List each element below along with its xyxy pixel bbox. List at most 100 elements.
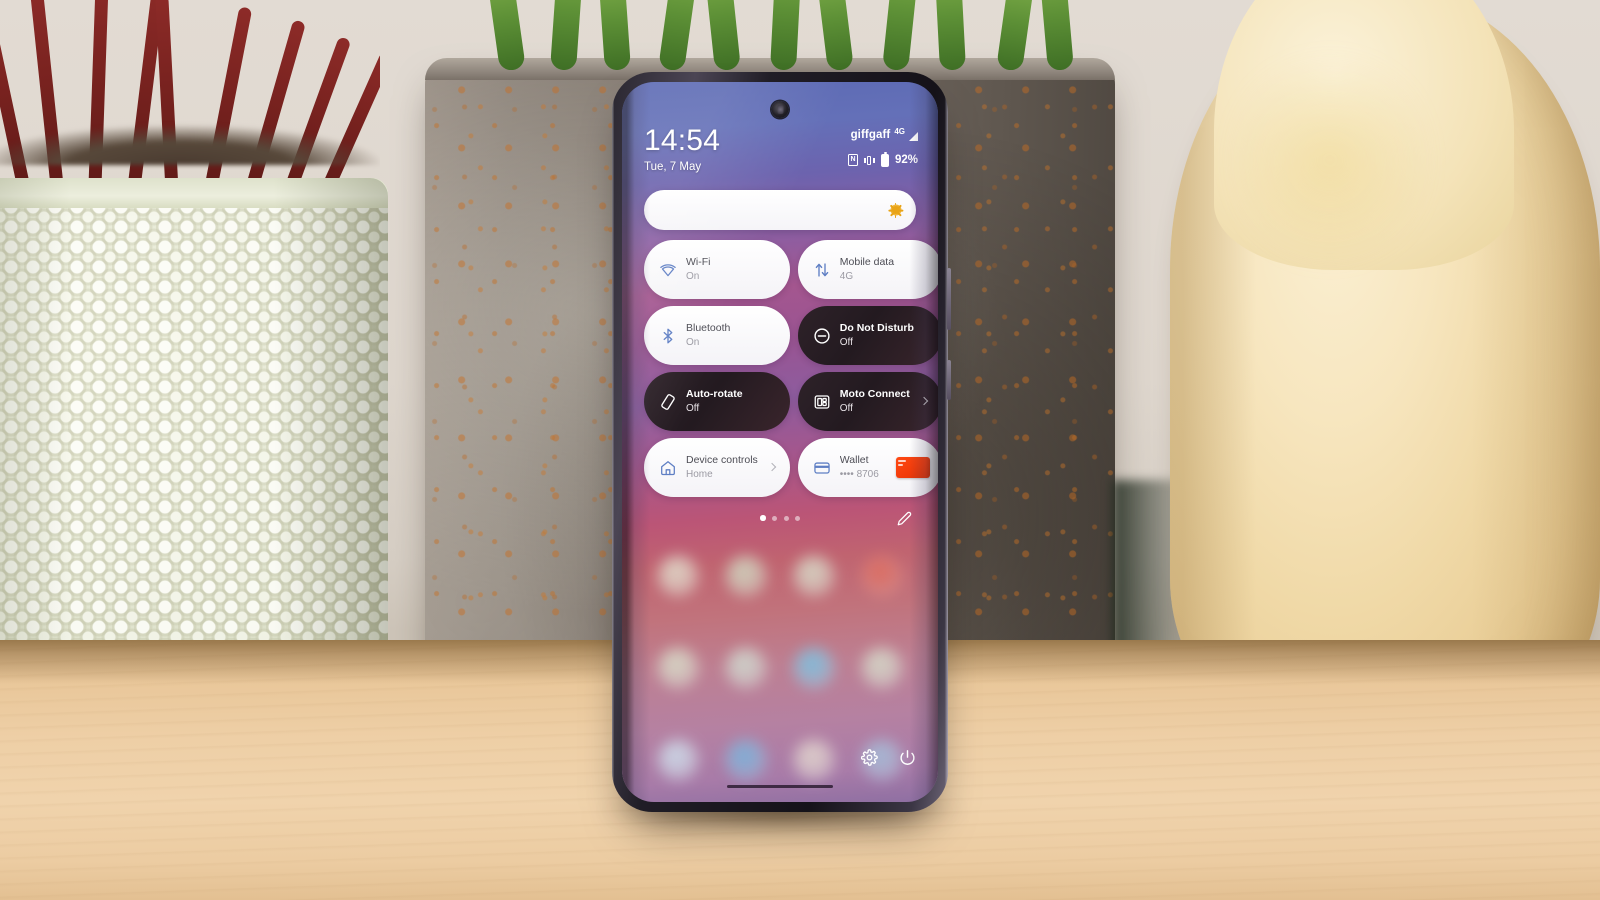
- sun-icon: [887, 202, 903, 218]
- qs-tile-title: Mobile data: [839, 256, 895, 269]
- page-dot-4[interactable]: [795, 515, 800, 521]
- page-indicator: [644, 506, 916, 530]
- nfc-icon: N: [847, 154, 858, 166]
- battery-icon: [880, 151, 889, 167]
- page-dot-3[interactable]: [783, 515, 789, 521]
- power-button[interactable]: [899, 749, 916, 766]
- wifi-icon: [659, 261, 677, 279]
- qs-tile-bluetooth[interactable]: Bluetooth On: [644, 306, 790, 365]
- vibrate-icon: [863, 154, 875, 166]
- chevron-right-icon[interactable]: [919, 396, 930, 407]
- home-app-icon[interactable]: [725, 647, 767, 689]
- qs-tile-do-not-disturb[interactable]: Do Not Disturb Off: [797, 306, 938, 365]
- qs-tile-subtitle: Home: [686, 468, 713, 480]
- qs-tile-text: Wallet •••• 8706: [840, 454, 887, 480]
- home-app-icon[interactable]: [657, 555, 699, 597]
- home-app-icon[interactable]: [725, 739, 767, 781]
- qs-tile-title: Do Not Disturb: [839, 322, 914, 335]
- page-dot-2[interactable]: [772, 515, 777, 521]
- side-power-button[interactable]: [947, 360, 951, 400]
- qs-tile-title: Device controls: [686, 454, 758, 467]
- bluetooth-icon: [659, 327, 677, 345]
- pot-soil: [0, 125, 380, 165]
- qs-tile-subtitle: On: [686, 270, 700, 282]
- qs-tile-subtitle: On: [686, 336, 700, 348]
- succulent-stem: [882, 0, 920, 70]
- succulent-stem: [934, 0, 966, 70]
- qs-tile-mobile-data[interactable]: Mobile data 4G: [797, 240, 938, 299]
- succulent-stem: [658, 0, 699, 70]
- network-type-label: 4G: [894, 126, 905, 136]
- qs-tile-moto-connect[interactable]: Moto Connect Off: [797, 372, 938, 431]
- qs-tile-text: Wi-Fi On: [686, 256, 778, 282]
- home-app-icon[interactable]: [657, 647, 699, 689]
- wallet-card-icon: [813, 459, 831, 477]
- qs-tile-title: Wi-Fi: [686, 256, 711, 269]
- volume-button[interactable]: [947, 268, 951, 330]
- chevron-right-icon[interactable]: [767, 462, 778, 473]
- phone-screen: 14:54 Tue, 7 May giffgaff 4G N 92% Wi-Fi…: [622, 82, 938, 802]
- qs-tile-subtitle: Off: [686, 402, 700, 414]
- home-icon: [659, 459, 677, 477]
- status-bar: 14:54 Tue, 7 May giffgaff 4G N 92%: [622, 126, 938, 174]
- succulent-stem: [996, 0, 1035, 70]
- succulent-stem: [598, 0, 631, 70]
- home-app-icon[interactable]: [793, 555, 835, 597]
- clock-block: 14:54 Tue, 7 May: [644, 126, 720, 174]
- qs-tile-text: Device controls Home: [686, 454, 758, 480]
- page-dot-1[interactable]: [760, 515, 766, 521]
- qs-tile-auto-rotate[interactable]: Auto-rotate Off: [644, 372, 790, 431]
- qs-tile-title: Bluetooth: [686, 322, 731, 335]
- red-plant-stems: [0, 0, 380, 200]
- auto-rotate-icon: [659, 393, 677, 411]
- home-app-icon[interactable]: [793, 739, 835, 781]
- home-app-icon[interactable]: [725, 555, 767, 597]
- qs-tile-text: Do Not Disturb Off: [840, 322, 930, 348]
- qs-tile-wallet[interactable]: Wallet •••• 8706: [797, 438, 938, 497]
- status-date: Tue, 7 May: [644, 161, 702, 173]
- green-succulent-stems: [430, 0, 1110, 70]
- plant-stem: [29, 0, 65, 200]
- qs-tile-text: Bluetooth On: [686, 322, 778, 348]
- settings-button[interactable]: [861, 749, 878, 766]
- do-not-disturb-icon: [813, 327, 831, 345]
- plant-stem: [155, 0, 179, 200]
- succulent-stem: [770, 0, 803, 70]
- status-row-icons: N 92%: [847, 151, 918, 167]
- succulent-stem: [486, 0, 526, 70]
- home-gesture-pill[interactable]: [727, 784, 833, 788]
- edit-pencil-icon[interactable]: [892, 506, 916, 530]
- brightness-slider[interactable]: [644, 190, 916, 230]
- wallet-card-thumbnail[interactable]: [895, 457, 930, 478]
- succulent-stem: [704, 0, 741, 70]
- qs-tile-device-controls[interactable]: Device controls Home: [644, 438, 790, 497]
- succulent-stem: [816, 0, 854, 70]
- battery-percent: 92%: [894, 154, 918, 166]
- home-icon-row: [622, 548, 938, 604]
- qs-tile-text: Moto Connect Off: [840, 388, 910, 414]
- status-clock: 14:54: [644, 124, 721, 157]
- status-row-carrier: giffgaff 4G: [848, 126, 918, 144]
- signal-bars-icon: [909, 131, 918, 141]
- plant-stem: [202, 6, 253, 200]
- status-indicators: giffgaff 4G N 92%: [847, 126, 918, 167]
- plant-stem: [88, 0, 109, 200]
- succulent-stem: [1038, 0, 1074, 70]
- home-app-icon[interactable]: [657, 739, 699, 781]
- home-app-icon[interactable]: [861, 647, 903, 689]
- smartphone-device: 14:54 Tue, 7 May giffgaff 4G N 92% Wi-Fi…: [612, 72, 951, 812]
- qs-tile-title: Moto Connect: [839, 388, 910, 401]
- carrier-name: giffgaff: [850, 129, 891, 141]
- qs-tile-text: Auto-rotate Off: [686, 388, 778, 414]
- scene-photo: 14:54 Tue, 7 May giffgaff 4G N 92% Wi-Fi…: [0, 0, 1600, 900]
- home-app-icon[interactable]: [861, 555, 903, 597]
- page-dots[interactable]: [760, 515, 800, 521]
- front-camera-punch-hole: [771, 101, 789, 118]
- plant-stem: [0, 3, 33, 200]
- qs-tile-subtitle: Off: [839, 402, 853, 414]
- qs-tile-wi-fi[interactable]: Wi-Fi On: [644, 240, 790, 299]
- home-app-icon[interactable]: [793, 647, 835, 689]
- succulent-stem: [550, 0, 584, 70]
- bottom-action-bar: [861, 749, 916, 766]
- qs-tile-title: Auto-rotate: [686, 388, 743, 401]
